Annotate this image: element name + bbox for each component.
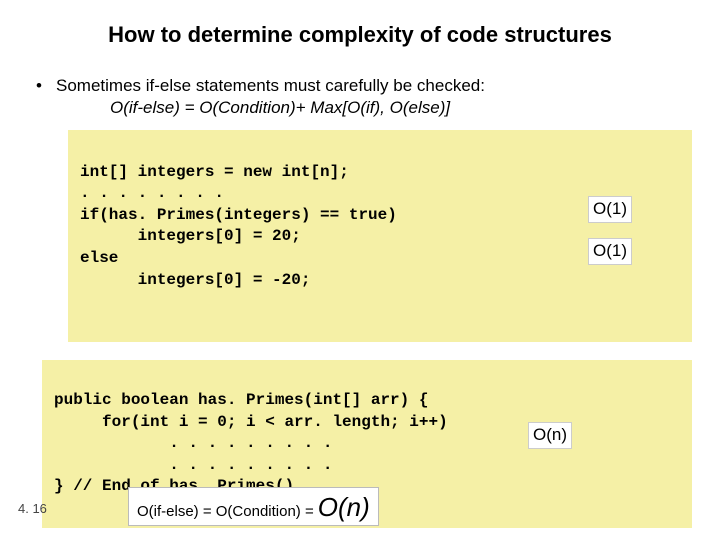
slide-number: 4. 16 — [18, 501, 47, 516]
annotation-o1-else: O(1) — [588, 238, 632, 265]
annotation-on: O(n) — [528, 422, 572, 449]
conclusion-text: O(if-else) = O(Condition) = — [137, 503, 314, 520]
code-block-1: int[] integers = new int[n]; . . . . . .… — [68, 130, 692, 342]
code-line: public boolean has. Primes(int[] arr) { — [54, 391, 428, 409]
code-line: . . . . . . . . — [80, 184, 224, 202]
bullet-text: Sometimes if-else statements must carefu… — [56, 76, 485, 96]
bullet-row: • Sometimes if-else statements must care… — [0, 48, 720, 96]
code-line: integers[0] = 20; — [80, 227, 301, 245]
slide-title: How to determine complexity of code stru… — [0, 0, 720, 48]
bullet-dot: • — [36, 76, 56, 96]
code-line: int[] integers = new int[n]; — [80, 163, 349, 181]
complexity-formula: O(if-else) = O(Condition)+ Max[O(if), O(… — [0, 96, 720, 118]
code-line: . . . . . . . . . — [54, 456, 332, 474]
code-line: for(int i = 0; i < arr. length; i++) — [54, 413, 448, 431]
annotation-o1-if: O(1) — [588, 196, 632, 223]
conclusion-result: O(n) — [314, 492, 370, 523]
code-line: else — [80, 249, 118, 267]
code-line: if(has. Primes(integers) == true) — [80, 206, 397, 224]
conclusion-box: O(if-else) = O(Condition) = O(n) — [128, 487, 379, 526]
code-line: integers[0] = -20; — [80, 271, 310, 289]
code-line: . . . . . . . . . — [54, 434, 332, 452]
